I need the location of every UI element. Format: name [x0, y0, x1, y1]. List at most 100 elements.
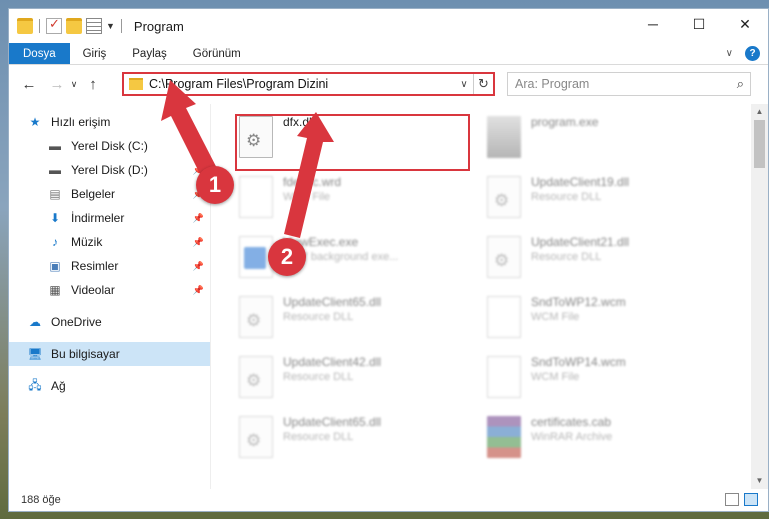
file-name: UpdateClient42.dll — [283, 355, 382, 369]
sidebar-item-label: Belgeler — [71, 187, 116, 201]
videos-icon: ▦ — [49, 283, 61, 297]
address-path[interactable]: C:\Program Files\Program Dizini — [149, 77, 455, 91]
window-controls: ─ ☐ ✕ — [630, 9, 768, 39]
properties-icon[interactable] — [86, 18, 102, 34]
close-button[interactable]: ✕ — [722, 9, 768, 39]
large-icons-view-icon[interactable] — [744, 493, 758, 506]
address-dropdown-icon[interactable]: ∨ — [455, 79, 473, 90]
maximize-button[interactable]: ☐ — [676, 9, 722, 39]
pin-icon[interactable]: 📌 — [193, 285, 204, 296]
sidebar-item-label: OneDrive — [51, 315, 102, 329]
file-item[interactable]: ⚙ UpdateClient65.dll Resource DLL — [239, 294, 479, 346]
file-item[interactable]: fdexec.wrd WRD File — [239, 174, 479, 226]
file-item[interactable]: ⚙ UpdateClient65.dll Resource DLL — [239, 414, 479, 466]
tab-gorunum[interactable]: Görünüm — [180, 43, 254, 64]
sidebar-item-label: İndirmeler — [71, 211, 125, 225]
ribbon-controls: ∨ ? — [726, 46, 760, 61]
drive-icon: ▬ — [49, 163, 61, 177]
up-arrow-icon[interactable]: ↑ — [83, 76, 103, 93]
sidebar-item-downloads[interactable]: ⬇ İndirmeler 📌 — [9, 206, 210, 230]
file-name: UpdateClient65.dll — [283, 415, 382, 429]
cloud-icon: ☁ — [29, 315, 41, 329]
sidebar-item-label: Resimler — [71, 259, 119, 273]
sidebar-item-label: Hızlı erişim — [51, 115, 111, 129]
sidebar-item-quick-access[interactable]: ★ Hızlı erişim — [9, 110, 210, 134]
minimize-button[interactable]: ─ — [630, 9, 676, 39]
file-name: program.exe — [531, 115, 599, 129]
tab-giris[interactable]: Giriş — [70, 43, 120, 64]
sidebar-item-local-disk-c[interactable]: ▬ Yerel Disk (C:) — [9, 134, 210, 158]
tab-paylas[interactable]: Paylaş — [119, 43, 180, 64]
search-icon[interactable]: ⌕ — [737, 76, 744, 92]
title-bar: ▼ Program ─ ☐ ✕ — [9, 9, 768, 43]
sidebar-item-documents[interactable]: ▤ Belgeler 📌 — [9, 182, 210, 206]
file-item[interactable]: certificates.cab WinRAR Archive — [487, 414, 727, 466]
download-icon: ⬇ — [49, 211, 61, 225]
customize-dropdown-icon[interactable]: ▼ — [106, 21, 115, 31]
properties-check-icon[interactable] — [46, 16, 62, 34]
highlight-box — [235, 114, 470, 171]
file-description: Resource DLL — [283, 311, 354, 323]
file-list: ⚙ dfx.dll fdexec.wrd WRD File ViewExec.e… — [211, 104, 768, 489]
file-item[interactable]: ⚙ UpdateClient42.dll Resource DLL — [239, 354, 479, 406]
file-item[interactable]: ⚙ UpdateClient21.dll Resource DLL — [487, 234, 727, 286]
back-arrow-icon[interactable]: ← — [19, 76, 39, 93]
help-icon[interactable]: ? — [745, 46, 760, 61]
address-bar[interactable]: C:\Program Files\Program Dizini ∨ ↻ — [122, 72, 495, 96]
main-area: ★ Hızlı erişim ▬ Yerel Disk (C:) ▬ Yerel… — [9, 104, 768, 489]
file-description: WinRAR Archive — [531, 431, 613, 443]
file-item[interactable]: program.exe — [487, 114, 727, 166]
pin-icon[interactable]: 📌 — [193, 237, 204, 248]
file-name: certificates.cab — [531, 415, 612, 429]
pin-icon[interactable]: 📌 — [193, 261, 204, 272]
sidebar-item-pictures[interactable]: ▣ Resimler 📌 — [9, 254, 210, 278]
recent-locations-icon[interactable]: ∨ — [67, 79, 81, 90]
file-description: WCM File — [531, 371, 580, 383]
star-icon: ★ — [29, 115, 41, 129]
scroll-thumb[interactable] — [754, 120, 765, 168]
pin-icon[interactable]: 📌 — [193, 213, 204, 224]
details-view-icon[interactable] — [725, 493, 739, 506]
view-toggle — [725, 493, 758, 506]
sidebar-item-this-pc[interactable]: 🖥 Bu bilgisayar — [9, 342, 210, 366]
refresh-icon[interactable]: ↻ — [473, 74, 493, 94]
sidebar-item-music[interactable]: ♪ Müzik 📌 — [9, 230, 210, 254]
sidebar-item-label: Yerel Disk (D:) — [71, 163, 148, 177]
forward-arrow-icon[interactable]: → — [47, 76, 67, 93]
sidebar-item-local-disk-d[interactable]: ▬ Yerel Disk (D:) 📌 — [9, 158, 210, 182]
file-name: UpdateClient21.dll — [531, 235, 630, 249]
dll-file-icon: ⚙ — [239, 296, 273, 338]
setup-file-icon — [487, 116, 521, 158]
file-item[interactable]: ⚙ UpdateClient19.dll Resource DLL — [487, 174, 727, 226]
folder-icon — [17, 18, 33, 34]
file-description: Resource DLL — [283, 371, 354, 383]
item-count: 188 öğe — [21, 494, 61, 506]
file-icon — [239, 176, 273, 218]
quick-access-toolbar: ▼ — [9, 16, 124, 34]
file-name: SndToWP14.wcm — [531, 355, 626, 369]
vertical-scrollbar[interactable]: ▲ ▼ — [751, 104, 768, 489]
tab-dosya[interactable]: Dosya — [9, 43, 70, 64]
file-icon — [487, 296, 521, 338]
expand-ribbon-icon[interactable]: ∨ — [726, 48, 733, 59]
sidebar-item-label: Ağ — [51, 379, 66, 393]
sidebar-item-onedrive[interactable]: ☁ OneDrive — [9, 310, 210, 334]
scroll-down-icon[interactable]: ▼ — [751, 473, 768, 489]
new-folder-icon[interactable] — [66, 18, 82, 34]
dll-file-icon: ⚙ — [239, 416, 273, 458]
file-description: Resource DLL — [531, 251, 602, 263]
sidebar-item-label: Videolar — [71, 283, 115, 297]
scroll-up-icon[interactable]: ▲ — [751, 104, 768, 120]
archive-file-icon — [487, 416, 521, 458]
sidebar-item-label: Bu bilgisayar — [51, 347, 120, 361]
search-input[interactable]: Ara: Program ⌕ — [507, 72, 751, 96]
file-name: UpdateClient65.dll — [283, 295, 382, 309]
search-placeholder: Ara: Program — [515, 77, 590, 91]
sidebar-item-videos[interactable]: ▦ Videolar 📌 — [9, 278, 210, 302]
separator — [39, 19, 40, 33]
sidebar-item-network[interactable]: 🖧 Ağ — [9, 374, 210, 398]
documents-icon: ▤ — [49, 187, 61, 201]
separator — [120, 19, 122, 33]
file-item[interactable]: SndToWP14.wcm WCM File — [487, 354, 727, 406]
file-item[interactable]: SndToWP12.wcm WCM File — [487, 294, 727, 346]
